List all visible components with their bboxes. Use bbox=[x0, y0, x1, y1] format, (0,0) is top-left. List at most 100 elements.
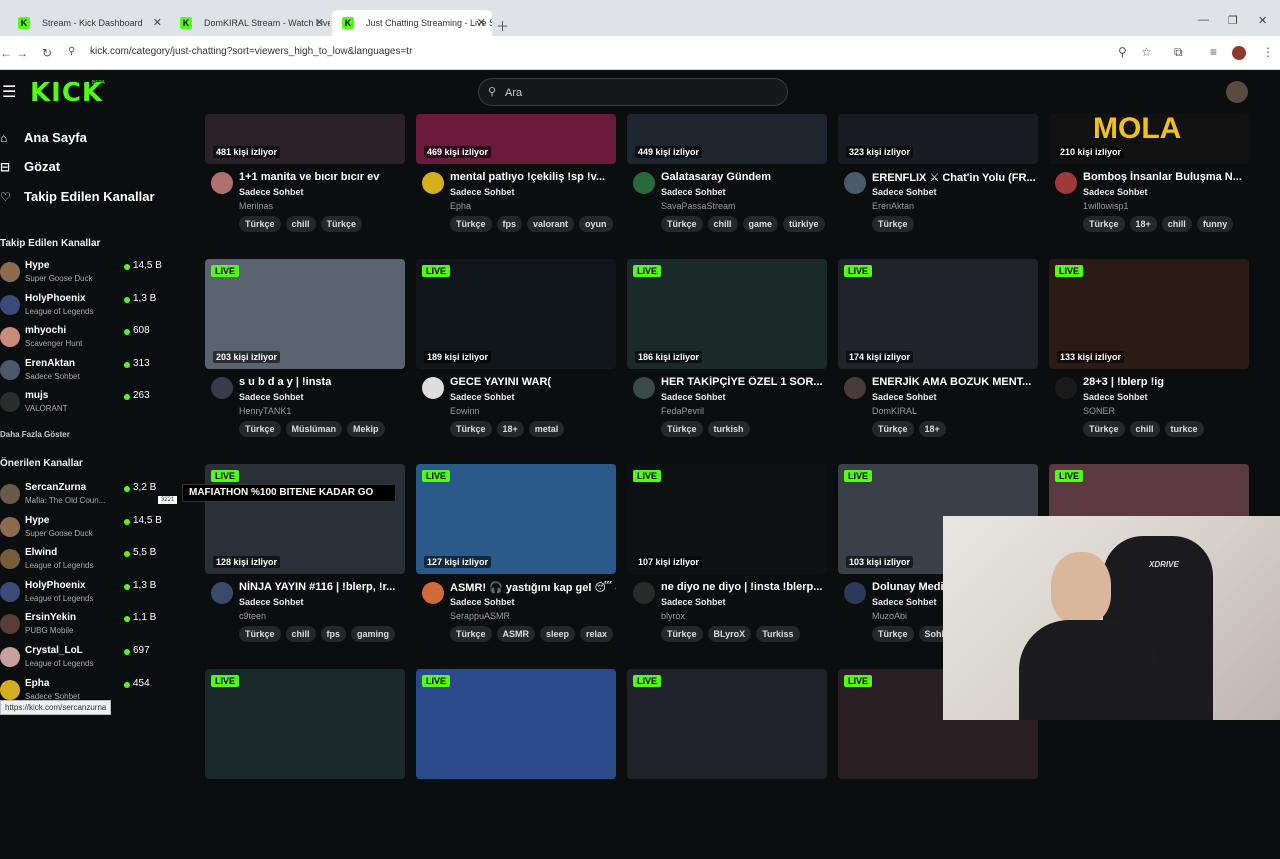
stream-title[interactable]: Galatasaray Gündem bbox=[661, 171, 827, 183]
stream-card[interactable]: LIVE 133 kişi izliyor 28+3 | !blerp !ig Sad… bbox=[1049, 259, 1249, 449]
stream-category[interactable]: Sadece Sohbet bbox=[872, 597, 937, 607]
stream-title[interactable]: 28+3 | !blerp !ig bbox=[1083, 376, 1249, 388]
streamer-name[interactable]: ErenAktan bbox=[872, 201, 914, 211]
stream-thumbnail[interactable]: 323 kişi izliyor bbox=[838, 114, 1038, 164]
streamer-avatar[interactable] bbox=[633, 172, 655, 194]
tag-chip[interactable]: chill bbox=[707, 216, 738, 232]
browser-profile-avatar[interactable] bbox=[1232, 46, 1246, 60]
sidebar-channel[interactable]: Hype Super Goose Duck 14,5 B bbox=[0, 258, 168, 288]
tag-chip[interactable]: Türkçe bbox=[1083, 216, 1125, 232]
close-window-icon[interactable]: ✕ bbox=[1258, 14, 1267, 27]
stream-thumbnail[interactable]: LIVE 203 kişi izliyor bbox=[205, 259, 405, 369]
streamer-name[interactable]: SONER bbox=[1083, 406, 1115, 416]
stream-thumbnail[interactable]: LIVE 128 kişi izliyor bbox=[205, 464, 405, 574]
minimize-icon[interactable]: — bbox=[1198, 14, 1209, 26]
tag-chip[interactable]: chill bbox=[1129, 421, 1160, 437]
stream-card[interactable]: LIVE 186 kişi izliyor HER TAKİPÇİYE ÖZEL 1… bbox=[627, 259, 827, 449]
stream-title[interactable]: mental patlıyo !çekiliş !sp !v... bbox=[450, 171, 616, 183]
extensions-icon[interactable]: ⧉ bbox=[1174, 45, 1183, 60]
stream-thumbnail[interactable]: LIVE bbox=[205, 669, 405, 779]
stream-card[interactable]: LIVE bbox=[205, 669, 405, 859]
forward-icon[interactable]: → bbox=[16, 46, 28, 60]
stream-title[interactable]: HER TAKİPÇİYE ÖZEL 1 SOR... bbox=[661, 376, 827, 388]
stream-thumbnail[interactable]: 449 kişi izliyor bbox=[627, 114, 827, 164]
stream-title[interactable]: ENERJİK AMA BOZUK MENT... bbox=[872, 376, 1038, 388]
user-avatar[interactable] bbox=[1226, 81, 1248, 103]
streamer-name[interactable]: 1willowisp1 bbox=[1083, 201, 1129, 211]
stream-thumbnail[interactable]: LIVE 133 kişi izliyor bbox=[1049, 259, 1249, 369]
tag-chip[interactable]: BLyroX bbox=[707, 626, 752, 642]
tag-chip[interactable]: Türkçe bbox=[661, 216, 703, 232]
stream-thumbnail[interactable]: LIVE 107 kişi izliyor bbox=[627, 464, 827, 574]
stream-thumbnail[interactable]: 469 kişi izliyor bbox=[416, 114, 616, 164]
hamburger-menu-icon[interactable]: ☰ bbox=[2, 82, 16, 102]
tag-chip[interactable]: Türkçe bbox=[239, 216, 281, 232]
stream-thumbnail[interactable]: LIVE 189 kişi izliyor bbox=[416, 259, 616, 369]
stream-card[interactable]: LIVE bbox=[416, 669, 616, 859]
sidebar-channel[interactable]: ErsinYekin PUBG Mobile 1,1 B bbox=[0, 610, 168, 640]
stream-category[interactable]: Sadece Sohbet bbox=[450, 597, 515, 607]
close-tab-icon[interactable]: ✕ bbox=[477, 10, 486, 36]
streamer-avatar[interactable] bbox=[211, 582, 233, 604]
new-tab-icon[interactable]: ＋ bbox=[496, 16, 509, 35]
stream-title[interactable]: NİNJA YAYIN #116 | !blerp, !r... bbox=[239, 581, 405, 593]
nav-home[interactable]: ⌂ Ana Sayfa bbox=[0, 130, 87, 145]
tag-chip[interactable]: oyun bbox=[579, 216, 613, 232]
streamer-avatar[interactable] bbox=[211, 377, 233, 399]
tag-chip[interactable]: relax bbox=[580, 626, 614, 642]
stream-card[interactable]: LIVE bbox=[627, 669, 827, 859]
tag-chip[interactable]: Türkçe bbox=[450, 421, 492, 437]
browser-tab[interactable]: K DomKIRAL Stream - Watch Live ✕ bbox=[170, 10, 330, 36]
tag-chip[interactable]: fps bbox=[320, 626, 347, 642]
nav-browse[interactable]: ⊟ Gözat bbox=[0, 159, 60, 174]
stream-title[interactable]: ne diyo ne diyo | !insta !blerp... bbox=[661, 581, 827, 593]
streamer-name[interactable]: Eowinn bbox=[450, 406, 480, 416]
tag-chip[interactable]: sleep bbox=[540, 626, 576, 642]
stream-card[interactable]: 323 kişi izliyor ERENFLIX ⚔ Chat'in Yolu … bbox=[838, 114, 1038, 244]
tag-chip[interactable]: Türkçe bbox=[1083, 421, 1125, 437]
sidebar-channel[interactable]: Hype Super Goose Duck 14,5 B bbox=[0, 513, 168, 543]
tag-chip[interactable]: Türkçe bbox=[872, 216, 914, 232]
stream-category[interactable]: Sadece Sohbet bbox=[239, 392, 304, 402]
stream-category[interactable]: Sadece Sohbet bbox=[872, 392, 937, 402]
stream-category[interactable]: Sadece Sohbet bbox=[239, 187, 304, 197]
stream-card[interactable]: LIVE 174 kişi izliyor ENERJİK AMA BOZUK ME… bbox=[838, 259, 1038, 449]
stream-card[interactable]: LIVE 203 kişi izliyor s u b d a y | !insta… bbox=[205, 259, 405, 449]
tag-chip[interactable]: Türkçe bbox=[239, 421, 281, 437]
stream-category[interactable]: Sadece Sohbet bbox=[872, 187, 937, 197]
show-more-link[interactable]: Daha Fazla Göster bbox=[0, 430, 70, 439]
tag-chip[interactable]: Müslüman bbox=[285, 421, 343, 437]
tag-chip[interactable]: turkish bbox=[707, 421, 750, 437]
stream-category[interactable]: Sadece Sohbet bbox=[661, 187, 726, 197]
stream-card[interactable]: LIVE 107 kişi izliyor ne diyo ne diyo | !i… bbox=[627, 464, 827, 654]
tag-chip[interactable]: Turkiss bbox=[756, 626, 800, 642]
tag-chip[interactable]: türkiye bbox=[783, 216, 825, 232]
tag-chip[interactable]: Türkçe bbox=[661, 421, 703, 437]
streamer-name[interactable]: blyrox bbox=[661, 611, 685, 621]
stream-title[interactable]: Bomboş İnsanlar Buluşma N... bbox=[1083, 171, 1249, 183]
streamer-avatar[interactable] bbox=[1055, 172, 1077, 194]
stream-title[interactable]: ERENFLIX ⚔ Chat'in Yolu (FR... bbox=[872, 171, 1038, 184]
search-input[interactable] bbox=[505, 83, 775, 103]
tag-chip[interactable]: 18+ bbox=[918, 421, 946, 437]
tag-chip[interactable]: gaming bbox=[351, 626, 396, 642]
maximize-icon[interactable]: ❐ bbox=[1228, 14, 1238, 27]
streamer-avatar[interactable] bbox=[633, 377, 655, 399]
tag-chip[interactable]: Türkçe bbox=[872, 626, 914, 642]
tag-chip[interactable]: funny bbox=[1196, 216, 1234, 232]
streamer-avatar[interactable] bbox=[422, 377, 444, 399]
stream-category[interactable]: Sadece Sohbet bbox=[661, 597, 726, 607]
tag-chip[interactable]: ASMR bbox=[496, 626, 536, 642]
streamer-name[interactable]: SavaPassaStream bbox=[661, 201, 736, 211]
tag-chip[interactable]: Türkçe bbox=[450, 216, 492, 232]
sidebar-channel[interactable]: mujs VALORANT 263 bbox=[0, 388, 168, 418]
stream-card[interactable]: LIVE 189 kişi izliyor GECE YAYINI WAR(Sade… bbox=[416, 259, 616, 449]
back-icon[interactable]: ← bbox=[0, 46, 12, 60]
stream-card[interactable]: 449 kişi izliyor Galatasaray Gündem Sadece… bbox=[627, 114, 827, 244]
stream-title[interactable]: ASMR! 🎧 yastığını kap gel 😴 - bbox=[450, 581, 616, 594]
streamer-name[interactable]: FedaPevril bbox=[661, 406, 704, 416]
tag-chip[interactable]: valorant bbox=[527, 216, 575, 232]
browser-tab-active[interactable]: K Just Chatting Streaming - Live S ✕ bbox=[332, 10, 492, 36]
sidebar-channel[interactable]: Elwind League of Legends 5,5 B bbox=[0, 545, 168, 575]
stream-category[interactable]: Sadece Sohbet bbox=[1083, 187, 1148, 197]
